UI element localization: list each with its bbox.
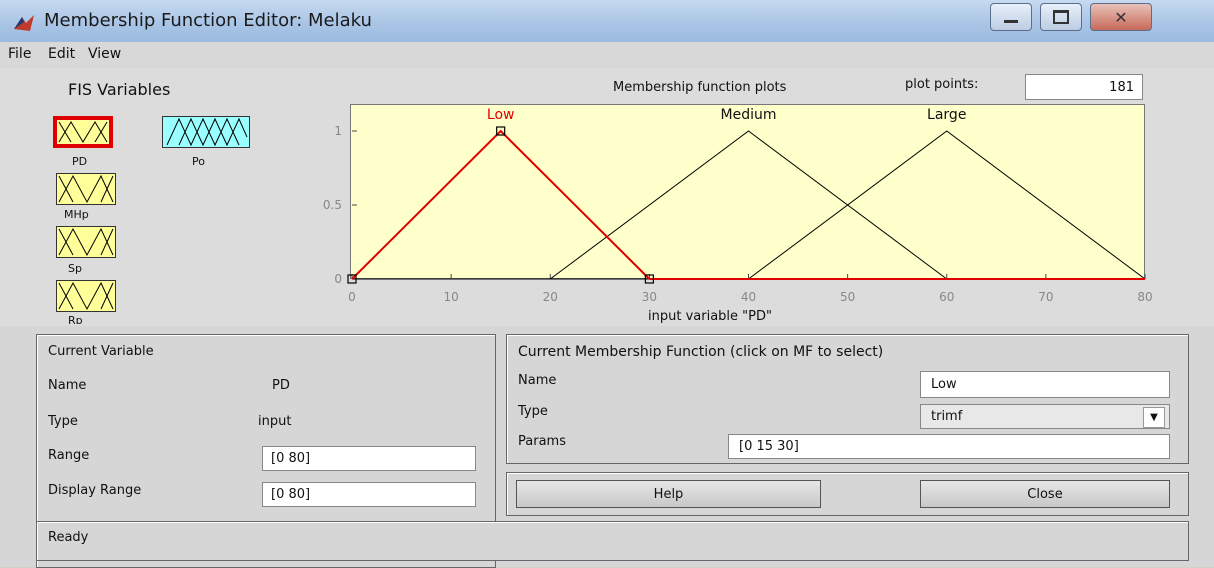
mf-type-label: Type [518, 404, 548, 419]
fis-var-sp[interactable] [56, 226, 116, 258]
current-mf-title: Current Membership Function (click on MF… [518, 344, 884, 360]
params-label: Params [518, 434, 566, 449]
mf-thumbnail-icon [58, 174, 114, 204]
plot-points-input[interactable]: 181 [1025, 74, 1143, 100]
matlab-logo-icon [14, 15, 34, 31]
variable-type-label: Type [48, 414, 78, 429]
window-title: Membership Function Editor: Melaku [44, 10, 372, 31]
y-tick-label: 1 [334, 124, 342, 138]
x-tick-label: 30 [642, 290, 657, 304]
x-axis-label: input variable "PD" [648, 309, 772, 324]
mf-type-value: trimf [931, 409, 963, 424]
variable-name-value: PD [272, 378, 290, 393]
range-input[interactable]: [0 80] [262, 446, 476, 471]
fis-var-label: Po [192, 155, 205, 168]
mf-name-label: Name [518, 373, 557, 388]
mf-name-input[interactable]: Low [920, 371, 1170, 398]
mf-label-low: Low [487, 107, 515, 123]
x-tick-label: 70 [1038, 290, 1053, 304]
variable-name-label: Name [48, 378, 87, 393]
mf-label-medium: Medium [721, 107, 777, 123]
status-text: Ready [48, 530, 89, 545]
minimize-icon [1004, 19, 1018, 23]
maximize-icon [1053, 10, 1069, 24]
close-icon: ✕ [1114, 7, 1128, 27]
chevron-down-icon[interactable]: ▼ [1143, 407, 1165, 428]
current-variable-title: Current Variable [48, 344, 154, 359]
fis-var-label: Sp [68, 262, 82, 275]
mf-type-select[interactable]: trimf ▼ [920, 404, 1170, 429]
plot-title: Membership function plots [613, 80, 787, 95]
display-range-label: Display Range [48, 483, 142, 498]
fis-var-rp[interactable] [56, 280, 116, 312]
x-tick-label: 10 [443, 290, 458, 304]
mf-curve-medium [549, 130, 948, 280]
mf-thumbnail-icon [58, 121, 108, 143]
maximize-button[interactable] [1040, 3, 1082, 31]
title-bar[interactable]: Membership Function Editor: Melaku ✕ [0, 0, 1214, 43]
y-tick-label: 0.5 [323, 198, 342, 212]
x-tick-label: 60 [939, 290, 954, 304]
mf-curve-low [351, 129, 651, 280]
menu-edit[interactable]: Edit [48, 46, 75, 62]
variable-type-value: input [258, 414, 292, 429]
mf-editor-window: Membership Function Editor: Melaku ✕ Fil… [0, 0, 1214, 568]
close-button[interactable]: Close [920, 480, 1170, 508]
status-panel [36, 521, 1189, 561]
menu-file[interactable]: File [8, 46, 31, 62]
mf-thumbnail-icon [58, 281, 114, 311]
fis-variables-title: FIS Variables [68, 80, 171, 99]
fis-var-label: PD [72, 155, 88, 168]
x-tick-label: 80 [1137, 290, 1152, 304]
display-range-input[interactable]: [0 80] [262, 482, 476, 507]
fis-var-po[interactable] [162, 116, 250, 148]
mf-curve-large [748, 130, 1146, 280]
y-tick-label: 0 [334, 272, 342, 286]
range-label: Range [48, 448, 90, 463]
menu-view[interactable]: View [88, 46, 121, 62]
minimize-button[interactable] [990, 3, 1032, 31]
fis-var-mhp[interactable] [56, 173, 116, 205]
mf-thumbnail-icon [166, 117, 248, 147]
fis-var-label: MHp [64, 208, 89, 221]
mf-label-large: Large [927, 107, 966, 123]
menu-bar: File Edit View [0, 42, 1214, 68]
help-button[interactable]: Help [516, 480, 821, 508]
fis-var-label: Rp [68, 314, 83, 324]
fis-var-pd[interactable] [53, 116, 113, 148]
params-input[interactable]: [0 15 30] [728, 434, 1170, 459]
x-tick-label: 0 [348, 290, 356, 304]
plot-points-label: plot points: [905, 77, 979, 92]
close-window-button[interactable]: ✕ [1090, 3, 1152, 31]
mf-plot: 0 10 20 30 40 50 60 70 80 0 0.5 1 Medium Large Low [323, 107, 1153, 304]
x-tick-label: 50 [840, 290, 855, 304]
mf-thumbnail-icon [58, 227, 114, 257]
x-tick-label: 20 [543, 290, 558, 304]
x-tick-label: 40 [741, 290, 756, 304]
